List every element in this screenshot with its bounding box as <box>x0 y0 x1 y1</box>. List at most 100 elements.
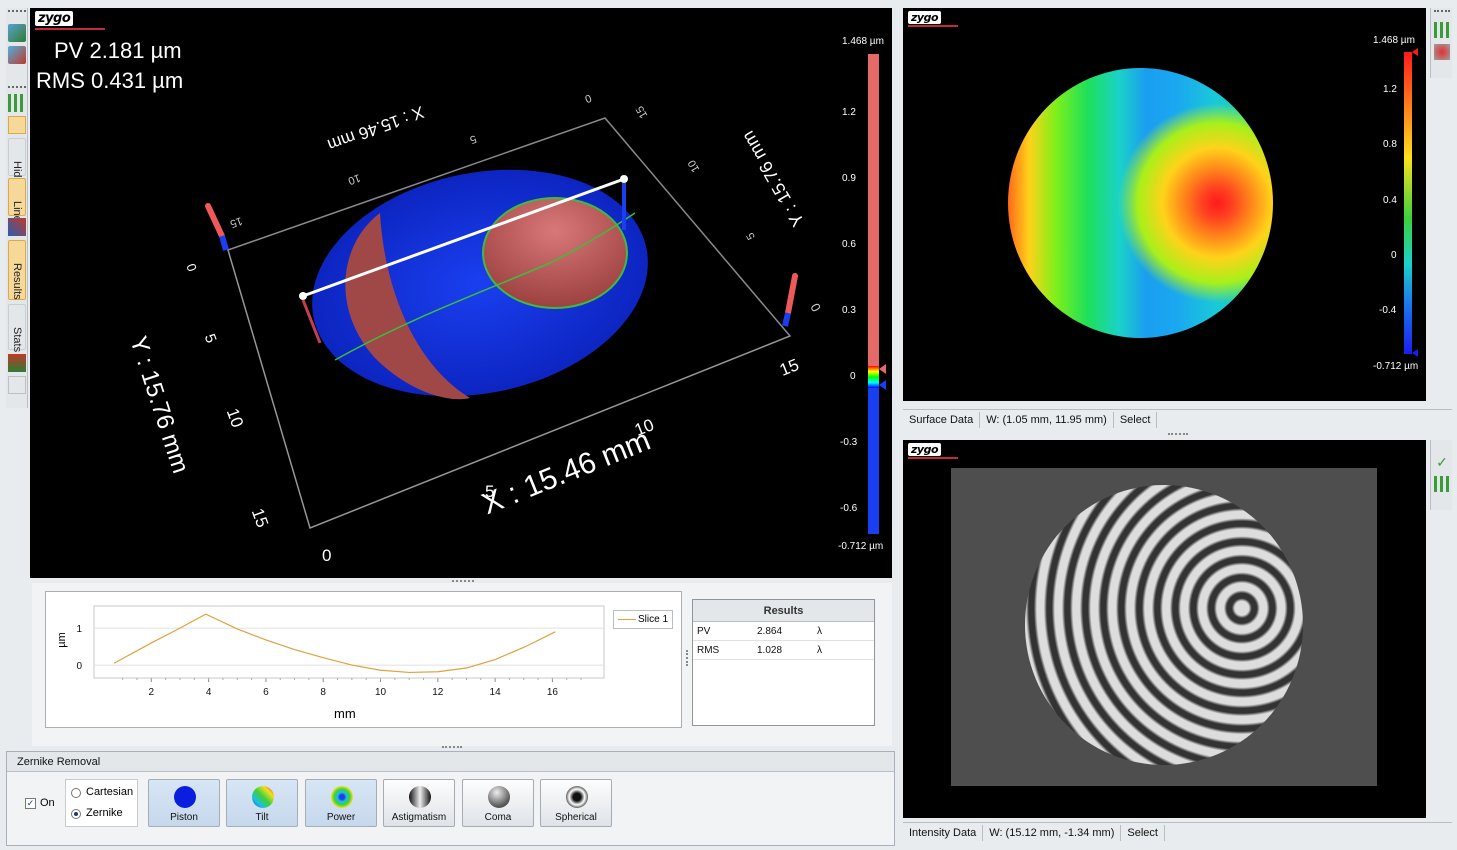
colorbar-min-marker[interactable] <box>1412 349 1418 357</box>
radio-cartesian[interactable] <box>71 788 81 798</box>
colorbar <box>1404 52 1412 354</box>
surface-map[interactable] <box>1008 68 1273 338</box>
corner-marker-left-base <box>219 235 229 251</box>
y-tick-label: 0 <box>76 661 82 672</box>
slice-xlabel: mm <box>334 706 356 721</box>
colorbar-lower-marker[interactable] <box>879 380 886 390</box>
corner-marker-right-base <box>782 312 791 327</box>
result-unit: λ <box>817 645 822 656</box>
spherical-button[interactable]: Spherical <box>540 779 612 827</box>
corner-marker-right <box>785 273 798 316</box>
toolbar-grip[interactable] <box>8 10 26 14</box>
zernike-removal-panel: Zernike Removal ✓ On Cartesian Zernike P… <box>6 751 895 846</box>
fit-icon[interactable] <box>1434 22 1450 38</box>
status-cursor-position: W: (15.12 mm, -1.34 mm) <box>983 824 1122 841</box>
fit-icon[interactable] <box>8 94 26 112</box>
tilt-button[interactable]: Tilt <box>226 779 298 827</box>
profile-icon[interactable] <box>8 116 26 134</box>
zygo-logo: zygo <box>908 443 942 456</box>
surface-3d-plot[interactable] <box>30 8 892 578</box>
tab-results[interactable]: Results <box>8 240 26 300</box>
result-value: 1.028 <box>757 645 783 656</box>
disabled-icon <box>8 376 26 394</box>
spherical-icon <box>566 786 588 808</box>
result-name: PV <box>697 626 711 637</box>
splitter-grip-3[interactable] <box>1168 433 1188 436</box>
toolbar-grip <box>1434 10 1450 12</box>
y-tick-label: 1 <box>76 624 82 635</box>
surface-peak <box>482 197 628 309</box>
slice-chart[interactable]: 1 0 2 4 6 8 10 12 14 16 µm mm Slice 1 <box>45 591 682 728</box>
zygo-logo: zygo <box>908 11 942 24</box>
colorbar-negative <box>868 388 879 534</box>
colorbar-tick: 0.8 <box>1383 139 1397 150</box>
colorbar-tick: 0 <box>1391 250 1397 261</box>
status-mode[interactable]: Select <box>1121 824 1165 841</box>
zernike-on-label: On <box>40 797 55 809</box>
colorbar-tick: -0.4 <box>1379 305 1397 316</box>
view-2d-icon[interactable] <box>8 46 26 64</box>
slice-handle-start[interactable] <box>299 292 307 300</box>
astigmatism-button[interactable]: Astigmatism <box>383 779 455 827</box>
x-tick-0: 0 <box>322 546 332 565</box>
results-row-rms: RMS 1.028 λ <box>693 641 874 660</box>
colorbar-tick-0_9: 0.9 <box>842 173 856 184</box>
status-data-type: Intensity Data <box>903 824 984 841</box>
chart-icon[interactable] <box>8 218 26 236</box>
fringe-pattern[interactable] <box>1025 485 1303 765</box>
colorbar-zero-band <box>868 366 879 388</box>
stats-icon[interactable] <box>8 354 26 372</box>
colorbar-tick: 0.4 <box>1383 195 1397 206</box>
splitter-grip-2[interactable] <box>442 746 462 749</box>
results-panel: Results PV 2.864 λ RMS 1.028 λ <box>692 599 875 726</box>
colorbar-tick-1_2: 1.2 <box>842 107 856 118</box>
tab-linear[interactable]: Linear <box>8 178 26 232</box>
result-name: RMS <box>697 645 720 656</box>
palette-icon[interactable] <box>1434 44 1450 60</box>
colorbar-tick-neg0_3: -0.3 <box>840 437 858 448</box>
legend-label: Slice 1 <box>638 614 669 625</box>
colorbar-tick-0_6: 0.6 <box>842 239 856 250</box>
colorbar-max-label: 1.468 µm <box>842 36 884 47</box>
radio-zernike[interactable] <box>71 809 81 819</box>
toolbar-grip-2[interactable] <box>8 86 26 90</box>
surface-2d-view[interactable]: zygo 1.468 µm 1.2 0.8 0.4 0 -0.4 -0.712 … <box>903 8 1426 401</box>
slice-chart-svg[interactable]: 102 4 6 8 10 12 14 16 <box>46 592 683 729</box>
x-tick-label: 6 <box>263 687 269 698</box>
power-button[interactable]: Power <box>305 779 377 827</box>
coma-button[interactable]: Coma <box>462 779 534 827</box>
tab-stats[interactable]: Stats <box>8 304 26 352</box>
x-tick-label: 2 <box>149 687 155 698</box>
left-toolbar: Hide Linear Results Stats <box>6 8 28 408</box>
intensity-view[interactable]: zygo <box>903 440 1426 818</box>
colorbar-upper-marker[interactable] <box>879 364 886 374</box>
result-unit: λ <box>817 626 822 637</box>
radio-cartesian-label: Cartesian <box>86 786 134 798</box>
colorbar-positive <box>868 54 879 366</box>
fit-icon[interactable] <box>1434 476 1450 492</box>
intensity-right-toolbar: ✓ <box>1430 440 1452 510</box>
colorbar-tick-neg0_6: -0.6 <box>840 503 858 514</box>
surface-3d-view[interactable]: zygo PV 2.181 µm RMS 0.431 µm 0 5 10 15 … <box>30 8 892 578</box>
zernike-on-checkbox[interactable]: ✓ <box>25 798 36 809</box>
piston-icon <box>174 786 196 808</box>
radio-zernike-label: Zernike <box>86 807 123 819</box>
x-tick-label: 14 <box>490 687 502 698</box>
view-3d-icon[interactable] <box>8 24 26 42</box>
surface-status-bar: Surface Data W: (1.05 mm, 11.95 mm) Sele… <box>903 409 1452 429</box>
piston-button[interactable]: Piston <box>148 779 220 827</box>
check-icon[interactable]: ✓ <box>1434 454 1450 470</box>
result-value: 2.864 <box>757 626 783 637</box>
logo-underline <box>908 457 958 459</box>
surface-right-toolbar <box>1430 8 1452 78</box>
slice-handle-end[interactable] <box>620 175 628 183</box>
plot-area <box>93 605 605 679</box>
slice-legend: Slice 1 <box>613 610 673 629</box>
corner-marker-left <box>205 203 225 239</box>
legend-swatch <box>618 619 636 620</box>
vertical-splitter[interactable] <box>686 650 689 666</box>
x-tick-label: 16 <box>547 687 559 698</box>
tab-hide[interactable]: Hide <box>8 138 26 184</box>
colorbar-max-marker[interactable] <box>1412 48 1418 56</box>
status-mode[interactable]: Select <box>1114 411 1158 428</box>
